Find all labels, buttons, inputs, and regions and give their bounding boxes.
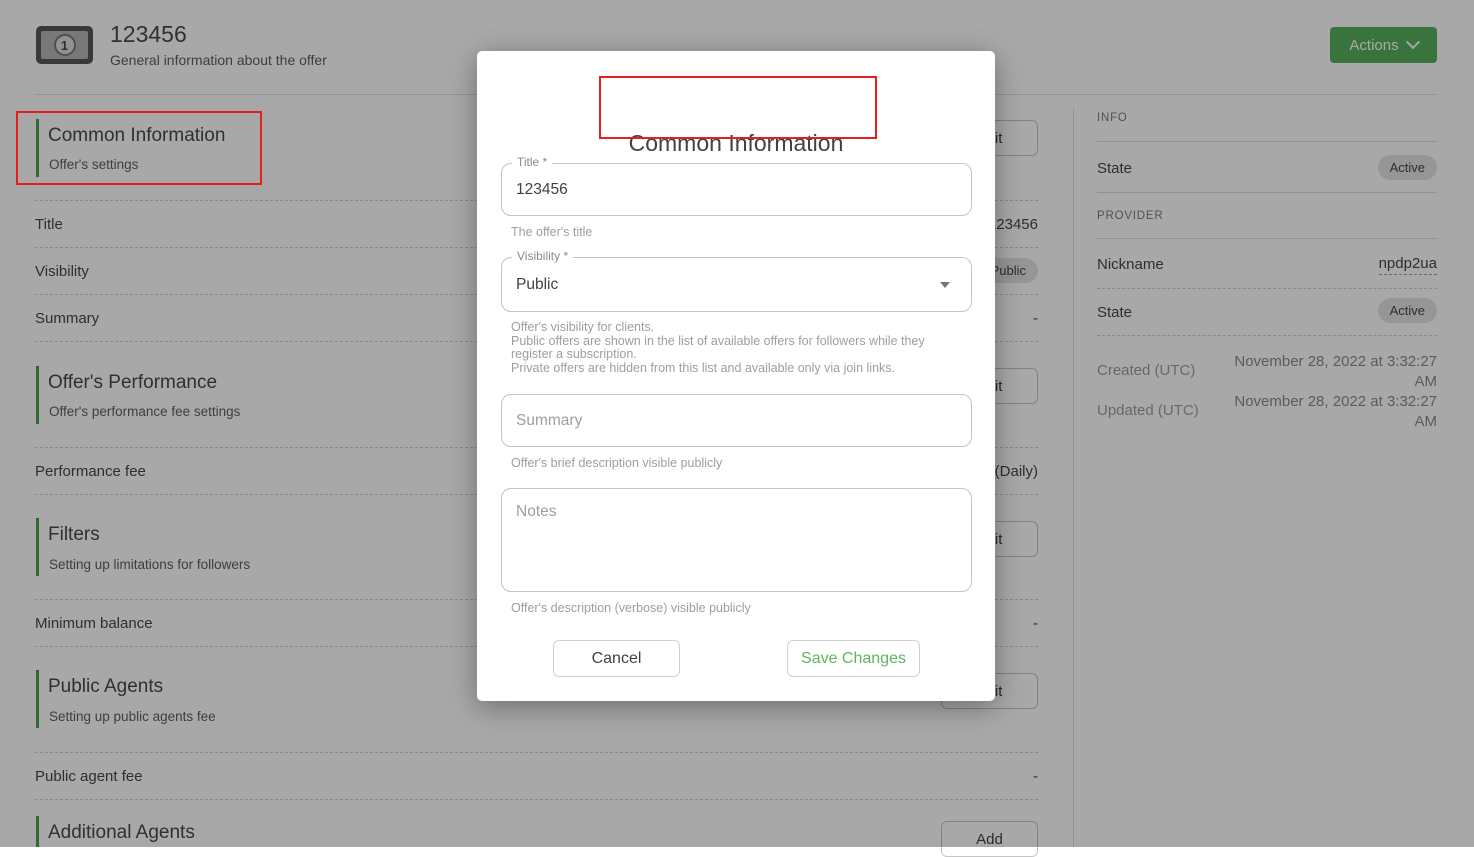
summary-input[interactable] [502,395,971,446]
cancel-button[interactable]: Cancel [553,640,680,677]
visibility-select[interactable]: Visibility * Public [501,257,972,312]
dropdown-caret-icon [940,282,950,288]
notes-textarea[interactable] [502,489,971,591]
visibility-helper-text: Offer's visibility for clients. Public o… [511,321,925,375]
annotation-box-modal-title [599,76,877,139]
summary-helper-text: Offer's brief description visible public… [511,457,722,471]
visibility-helper-line: Public offers are shown in the list of a… [511,335,925,349]
notes-field[interactable] [501,488,972,592]
visibility-helper-line: Offer's visibility for clients. [511,321,925,335]
notes-helper-text: Offer's description (verbose) visible pu… [511,602,751,616]
annotation-box-common-information-section [16,111,262,185]
save-changes-button[interactable]: Save Changes [787,640,920,677]
title-field[interactable]: Title * [501,163,972,216]
title-helper-text: The offer's title [511,226,592,240]
common-information-modal: Common Information Offer's settings Titl… [477,51,995,701]
visibility-selected-value: Public [516,258,558,311]
title-input[interactable] [502,164,971,215]
summary-field[interactable] [501,394,972,447]
visibility-helper-line: Private offers are hidden from this list… [511,362,925,376]
visibility-helper-line: register a subscription. [511,348,925,362]
